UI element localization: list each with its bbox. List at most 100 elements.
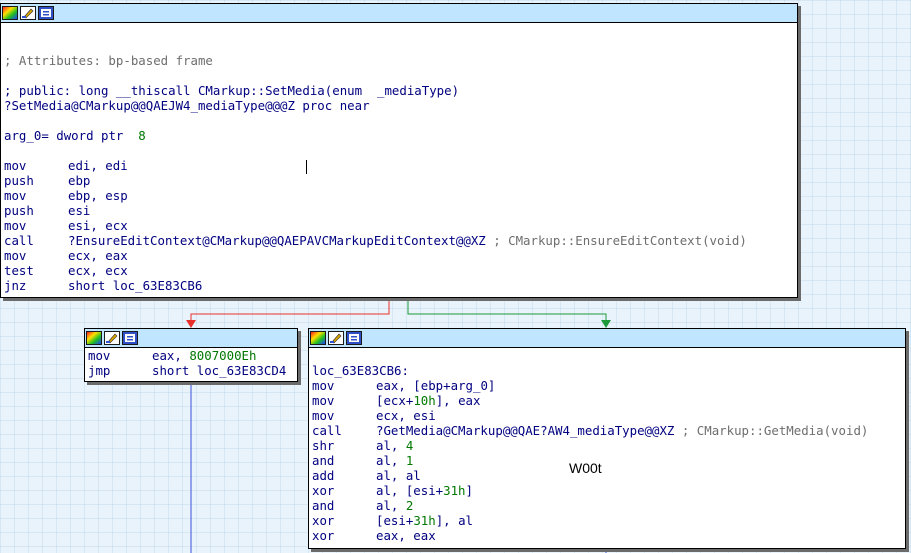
operand[interactable]: ecx, esi xyxy=(376,408,436,423)
graph-color-icon[interactable] xyxy=(310,331,326,345)
comment-line[interactable]: ; Attributes: bp-based frame xyxy=(4,53,797,68)
operand[interactable]: ], al xyxy=(436,513,473,528)
rename-pencil-icon[interactable] xyxy=(20,6,36,20)
operand[interactable]: ?GetMedia@CMarkup@@QAE?AW4_mediaType@@XZ xyxy=(376,423,674,438)
mnemonic[interactable]: mov xyxy=(4,218,68,233)
operand[interactable]: 8007000Eh xyxy=(189,348,256,363)
instruction-line[interactable]: push ebp xyxy=(4,173,797,188)
graph-color-icon[interactable] xyxy=(86,331,102,345)
operand[interactable]: ?EnsureEditContext@CMarkup@@QAEPAVCMarku… xyxy=(68,233,486,248)
mnemonic[interactable]: push xyxy=(4,203,68,218)
operand[interactable]: [esi+ xyxy=(376,513,413,528)
operand[interactable]: ], eax xyxy=(436,393,481,408)
rename-pencil-icon[interactable] xyxy=(328,331,344,345)
instruction-line[interactable]: xor al, [esi+31h] xyxy=(312,483,905,498)
node-titlebar[interactable] xyxy=(1,4,797,23)
mnemonic[interactable]: mov xyxy=(312,393,376,408)
instruction-line[interactable]: shr al, 4 xyxy=(312,438,905,453)
mnemonic[interactable]: and xyxy=(312,498,376,513)
operand[interactable]: al, xyxy=(376,498,406,513)
mnemonic[interactable]: mov xyxy=(4,158,68,173)
mnemonic[interactable]: call xyxy=(312,423,376,438)
graph-color-icon[interactable] xyxy=(2,6,18,20)
operand[interactable]: al, [esi+ xyxy=(376,483,443,498)
operand[interactable]: al, xyxy=(376,438,406,453)
instruction-line[interactable]: mov [ecx+10h], eax xyxy=(312,393,905,408)
mnemonic[interactable]: and xyxy=(312,453,376,468)
mnemonic[interactable]: mov xyxy=(4,188,68,203)
mnemonic[interactable]: xor xyxy=(312,528,376,543)
mnemonic[interactable]: xor xyxy=(312,513,376,528)
operand[interactable]: esi, ecx xyxy=(68,218,128,233)
instruction-line[interactable]: add al, al xyxy=(312,468,905,483)
operand[interactable]: [ecx+ xyxy=(376,393,413,408)
mnemonic[interactable]: test xyxy=(4,263,68,278)
label-text[interactable]: ?SetMedia@CMarkup@@QAEJW4_mediaType@@@Z … xyxy=(4,98,370,113)
operand[interactable]: al, xyxy=(376,453,406,468)
operand[interactable]: eax, xyxy=(152,348,189,363)
mnemonic[interactable]: mov xyxy=(88,348,152,363)
operand[interactable]: al, al xyxy=(376,468,421,483)
operand[interactable]: eax, eax xyxy=(376,528,436,543)
instruction-line[interactable]: mov edi, edi xyxy=(4,158,797,173)
mnemonic[interactable]: jnz xyxy=(4,278,68,293)
instruction-line[interactable]: push esi xyxy=(4,203,797,218)
operand[interactable]: ] xyxy=(488,378,495,393)
operand[interactable]: edi, edi xyxy=(68,158,128,173)
mnemonic[interactable]: mov xyxy=(4,248,68,263)
instruction-line[interactable]: mov eax, 8007000Eh xyxy=(88,348,297,363)
operand[interactable]: esi xyxy=(68,203,90,218)
graph-node-loc_63E83CB6[interactable]: loc_63E83CB6: mov eax, [ebp+arg_0] mov [ecx+… xyxy=(308,328,906,549)
operand[interactable]: ebp xyxy=(68,173,90,188)
mnemonic[interactable]: mov xyxy=(312,378,376,393)
rename-pencil-icon[interactable] xyxy=(104,331,120,345)
graph-node-main[interactable]: ; Attributes: bp-based frame ; public: lo… xyxy=(0,3,798,298)
operand[interactable]: ] xyxy=(466,483,473,498)
operand[interactable]: arg_0 xyxy=(451,378,488,393)
label-text[interactable]: loc_63E83CB6: xyxy=(312,363,409,378)
mnemonic[interactable]: call xyxy=(4,233,68,248)
instruction-line[interactable]: call ?GetMedia@CMarkup@@QAE?AW4_mediaType… xyxy=(312,423,905,438)
instruction-line[interactable]: test ecx, ecx xyxy=(4,263,797,278)
operand[interactable]: 4 xyxy=(406,438,413,453)
mnemonic[interactable]: shr xyxy=(312,438,376,453)
operand[interactable]: 2 xyxy=(406,498,413,513)
node-titlebar[interactable] xyxy=(309,329,905,348)
arg-definition-line[interactable]: arg_0= dword ptr 8 xyxy=(4,128,797,143)
graph-overview-icon[interactable] xyxy=(38,6,54,20)
instruction-line[interactable]: mov eax, [ebp+arg_0] xyxy=(312,378,905,393)
instruction-line[interactable]: mov ebp, esp xyxy=(4,188,797,203)
instruction-line[interactable]: jmp short loc_63E83CD4 xyxy=(88,363,297,378)
operand[interactable]: ebp, esp xyxy=(68,188,128,203)
graph-overview-icon[interactable] xyxy=(122,331,138,345)
instruction-line[interactable]: call ?EnsureEditContext@CMarkup@@QAEPAVCM… xyxy=(4,233,797,248)
operand[interactable]: 31h xyxy=(443,483,465,498)
mnemonic[interactable]: push xyxy=(4,173,68,188)
graph-node-error[interactable]: mov eax, 8007000Eh jmp short loc_63E83CD4 xyxy=(84,328,298,382)
mnemonic[interactable]: add xyxy=(312,468,376,483)
graph-overview-icon[interactable] xyxy=(346,331,362,345)
operand[interactable]: 10h xyxy=(413,393,435,408)
arg-name[interactable]: arg_0 xyxy=(4,128,41,143)
instruction-line[interactable]: xor eax, eax xyxy=(312,528,905,543)
operand[interactable]: ecx, eax xyxy=(68,248,128,263)
node-titlebar[interactable] xyxy=(85,329,297,348)
instruction-line[interactable]: and al, 1 xyxy=(312,453,905,468)
operand[interactable]: ecx, ecx xyxy=(68,263,128,278)
label-line[interactable]: ?SetMedia@CMarkup@@QAEJW4_mediaType@@@Z … xyxy=(4,98,797,113)
label-line[interactable]: loc_63E83CB6: xyxy=(312,363,905,378)
instruction-line[interactable]: jnz short loc_63E83CB6 xyxy=(4,278,797,293)
operand[interactable]: 1 xyxy=(406,453,413,468)
mnemonic[interactable]: xor xyxy=(312,483,376,498)
instruction-line[interactable]: and al, 2 xyxy=(312,498,905,513)
operand[interactable]: short loc_63E83CD4 xyxy=(152,363,286,378)
operand[interactable]: 31h xyxy=(413,513,435,528)
instruction-line[interactable]: xor [esi+31h], al xyxy=(312,513,905,528)
mnemonic[interactable]: jmp xyxy=(88,363,152,378)
instruction-line[interactable]: mov ecx, esi xyxy=(312,408,905,423)
signature-comment-line[interactable]: ; public: long __thiscall CMarkup::SetMe… xyxy=(4,83,797,98)
instruction-line[interactable]: mov esi, ecx xyxy=(4,218,797,233)
instruction-line[interactable]: mov ecx, eax xyxy=(4,248,797,263)
operand[interactable]: short loc_63E83CB6 xyxy=(68,278,202,293)
mnemonic[interactable]: mov xyxy=(312,408,376,423)
